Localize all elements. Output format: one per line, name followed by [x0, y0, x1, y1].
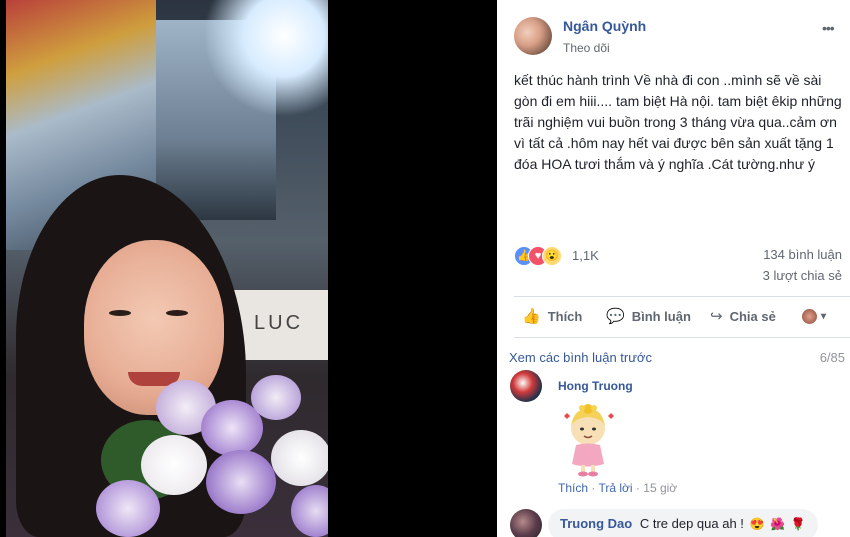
commenter-name[interactable]: Hong Truong [558, 379, 633, 393]
follow-link[interactable]: Theo dõi [563, 41, 610, 55]
comment-icon: 💬 [606, 308, 625, 325]
action-bar: 👍 Thích 💬 Bình luận ↪ Chia sẻ ▾ [514, 296, 850, 338]
commenter-name[interactable]: Truong Dao [560, 516, 632, 531]
share-button-label: Chia sẻ [729, 309, 776, 324]
comment-text: C tre dep qua ah ! [639, 516, 744, 531]
share-button[interactable]: ↪ Chia sẻ [710, 307, 776, 325]
like-button-label: Thích [547, 309, 583, 324]
viewer-avatar [802, 309, 817, 325]
post-panel: Ngân Quỳnh Theo dõi ••• kết thúc hành tr… [497, 0, 850, 537]
comment-meta: Thích · Trả lời · 15 giờ [558, 481, 677, 495]
post-photo[interactable]: LUC [6, 0, 328, 537]
thumbs-up-icon: 👍 [522, 308, 541, 325]
heart-eyes-emoji-icon: 😍 [749, 517, 765, 531]
author-name[interactable]: Ngân Quỳnh [563, 18, 646, 34]
commenter-avatar[interactable] [510, 370, 542, 402]
comment-bubble: Truong Dao C tre dep qua ah ! 😍 🌺 🌹 [548, 509, 818, 537]
comment-count[interactable]: 134 bình luận [763, 247, 842, 262]
share-arrow-icon: ↪ [710, 308, 723, 325]
comment-reply-link[interactable]: Trả lời [598, 481, 632, 495]
like-button[interactable]: 👍 Thích [522, 307, 582, 325]
post-text: kết thúc hành trình Về nhà đi con ..mình… [514, 72, 842, 172]
photo-eye-left [109, 310, 131, 316]
chevron-down-icon: ▾ [821, 311, 827, 323]
comment-timestamp[interactable]: 15 giờ [643, 481, 677, 495]
comment-page-count: 6/85 [819, 350, 845, 365]
post-header: Ngân Quỳnh Theo dõi ••• [497, 0, 850, 62]
comment-like-link[interactable]: Thích [558, 481, 588, 495]
post-as-selector[interactable]: ▾ [802, 308, 827, 325]
photo-bg-light [206, 0, 328, 120]
author-avatar[interactable] [514, 17, 552, 55]
rose-emoji-icon: 🌹 [790, 517, 806, 531]
photo-sign-text: LUC [254, 312, 304, 334]
photo-eye-right [166, 310, 188, 316]
share-count[interactable]: 3 lượt chia sẻ [763, 268, 842, 283]
wow-reaction-icon: 😮 [542, 246, 562, 266]
commenter-avatar[interactable] [510, 509, 542, 537]
comment-button[interactable]: 💬 Bình luận [606, 307, 691, 325]
photo-viewer: LUC [0, 0, 497, 537]
hibiscus-emoji-icon: 🌺 [770, 517, 786, 531]
comment-button-label: Bình luận [631, 309, 691, 324]
photo-flower-bouquet [96, 360, 328, 537]
view-previous-comments-link[interactable]: Xem các bình luận trước [509, 350, 652, 365]
sticker-girl-with-flower-icon [554, 398, 622, 478]
more-options-icon[interactable]: ••• [822, 20, 835, 36]
reaction-count[interactable]: 1,1K [572, 248, 599, 263]
